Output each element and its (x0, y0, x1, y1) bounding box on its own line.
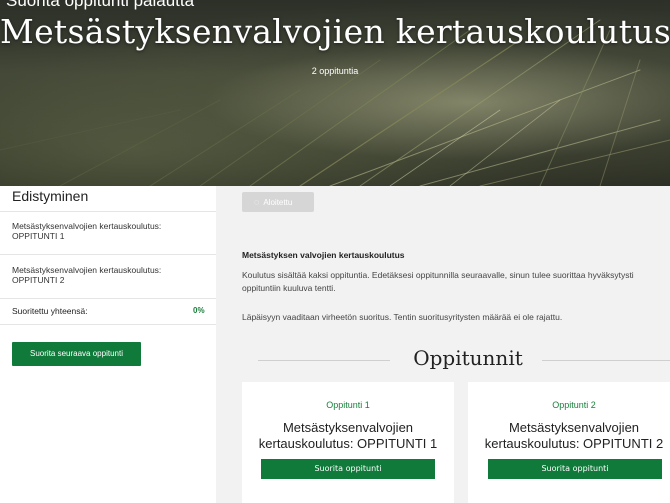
course-main: ◌ Aloitettu Metsästyksen valvojien kertau… (228, 186, 670, 503)
status-badge-label: Aloitettu (263, 198, 293, 207)
course-heading: Metsästyksen valvojien kertauskoulutus (242, 250, 405, 260)
divider (0, 298, 216, 299)
page-title: Metsästyksenvalvojien kertauskoulutus (0, 12, 670, 51)
progress-item-lesson-2[interactable]: Metsästyksenvalvojien kertauskoulutus: O… (12, 265, 206, 285)
lesson-card-2: Oppitunti 2 Metsästyksenvalvojien kertau… (468, 382, 670, 503)
course-requirements: Läpäisyyn vaaditaan virheetön suoritus. … (242, 312, 563, 322)
lesson-number: Oppitunti 2 (552, 400, 596, 410)
course-description: Koulutus sisältää kaksi oppituntia. Edet… (242, 270, 634, 293)
total-completed-value: 0% (193, 306, 205, 315)
divider (258, 360, 390, 361)
hero-banner: Suorita oppitunti palautta Metsästyksenv… (0, 0, 670, 186)
status-badge: ◌ Aloitettu (242, 192, 314, 212)
lesson-title: Metsästyksenvalvojien kertauskoulutus: O… (484, 420, 664, 451)
start-lesson-2-button[interactable]: Suorita oppitunti (488, 459, 662, 479)
progress-item-lesson-1[interactable]: Metsästyksenvalvojien kertauskoulutus: O… (12, 221, 206, 241)
next-lesson-button[interactable]: Suorita seuraava oppitunti (12, 342, 141, 366)
spinner-icon: ◌ (254, 197, 260, 207)
lessons-section-title: Oppitunnit (413, 346, 523, 370)
progress-sidebar: Edistyminen Metsästyksenvalvojien kertau… (0, 186, 216, 503)
lesson-title: Metsästyksenvalvojien kertauskoulutus: O… (258, 420, 438, 451)
divider (542, 360, 670, 361)
divider (0, 324, 216, 325)
lesson-card-1: Oppitunti 1 Metsästyksenvalvojien kertau… (242, 382, 454, 503)
lesson-number: Oppitunti 1 (326, 400, 370, 410)
total-completed-label: Suoritettu yhteensä: (12, 306, 88, 316)
lesson-count: 2 oppituntia (311, 66, 359, 76)
progress-title: Edistyminen (12, 188, 89, 204)
divider (0, 254, 216, 255)
start-lesson-1-button[interactable]: Suorita oppitunti (261, 459, 435, 479)
lessons-section-header: Oppitunnit (242, 346, 670, 374)
partial-offscreen-text: Suorita oppitunti palautta (6, 0, 195, 10)
divider (0, 211, 216, 212)
